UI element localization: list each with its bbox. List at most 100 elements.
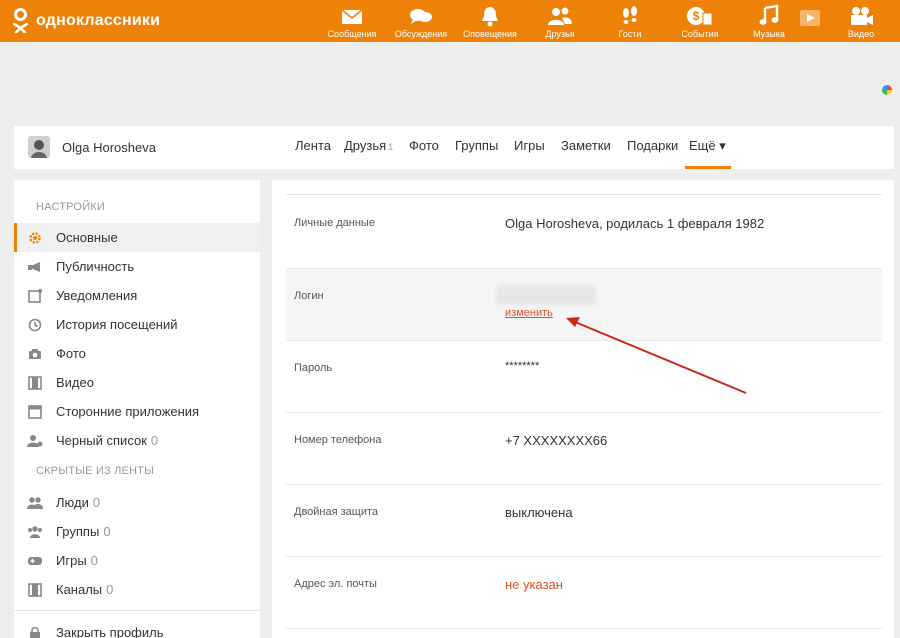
two-factor-value: выключена <box>505 505 573 520</box>
sidebar-divider <box>14 610 260 611</box>
settings-row-phone[interactable]: Номер телефона +7 XXXXXXXX66 <box>286 412 882 484</box>
sidebar-item-general[interactable]: Основные <box>14 223 260 252</box>
settings-row-email[interactable]: Адрес эл. почты не указан <box>286 556 882 628</box>
hidden-channels-count: 0 <box>106 582 114 597</box>
notification-icon <box>27 288 43 304</box>
settings-row-login[interactable]: Логин изменить <box>286 268 882 340</box>
nav-guests-label: Гости <box>618 29 642 39</box>
site-logo-text: одноклассники <box>36 12 161 29</box>
nav-notifications[interactable]: Оповещения <box>455 4 525 39</box>
people-icon <box>27 495 43 511</box>
sidebar-item-video[interactable]: Видео <box>14 368 260 397</box>
tab-photos[interactable]: Фото <box>409 138 439 153</box>
sidebar-item-hidden-games[interactable]: Игры 0 <box>14 546 260 575</box>
camera-icon <box>27 346 43 362</box>
email-value: не указан <box>505 577 563 592</box>
tab-more[interactable]: Ещё ▾ <box>689 138 726 154</box>
lock-icon <box>27 625 43 638</box>
nav-discussions[interactable]: Обсуждения <box>386 4 456 39</box>
tab-gifts[interactable]: Подарки <box>627 138 678 153</box>
settings-sidebar: Настройки Основные Публичность Уведомлен… <box>14 180 260 638</box>
settings-row-two-factor[interactable]: Двойная защита выключена <box>286 484 882 556</box>
sidebar-item-label: Игры <box>56 553 87 568</box>
svg-text:$: $ <box>693 9 700 23</box>
sidebar-item-label: Группы <box>56 524 100 539</box>
sidebar-item-notifications[interactable]: Уведомления <box>14 281 260 310</box>
gear-icon <box>27 230 43 246</box>
video-camera-icon <box>851 7 873 25</box>
sidebar-item-hidden-groups[interactable]: Группы 0 <box>14 517 260 546</box>
sidebar-item-hidden-people[interactable]: Люди 0 <box>14 488 260 517</box>
sidebar-item-label: История посещений <box>56 317 178 332</box>
apps-icon <box>27 404 43 420</box>
hidden-groups-count: 0 <box>103 524 111 539</box>
tab-notes[interactable]: Заметки <box>561 138 611 153</box>
hidden-games-count: 0 <box>90 553 98 568</box>
nav-video[interactable]: Видео <box>826 4 896 39</box>
color-wheel-icon[interactable] <box>882 85 892 95</box>
nav-guests[interactable]: Гости <box>595 4 665 39</box>
blacklist-count: 0 <box>150 433 159 448</box>
settings-row-password[interactable]: Пароль ******** <box>286 340 882 412</box>
profile-name[interactable]: Olga Horosheva <box>62 140 156 155</box>
friends-icon <box>548 7 572 25</box>
nav-friends-label: Друзья <box>545 29 575 39</box>
login-value-blurred <box>496 285 596 305</box>
two-factor-label: Двойная защита <box>294 506 379 518</box>
tab-games[interactable]: Игры <box>514 138 545 153</box>
change-login-link[interactable]: изменить <box>505 307 553 319</box>
friends-count: 1 <box>388 142 394 152</box>
sidebar-item-third-party-apps[interactable]: Сторонние приложения <box>14 397 260 426</box>
nav-discussions-label: Обсуждения <box>394 29 448 39</box>
nav-video-label: Видео <box>847 29 875 39</box>
sidebar-item-label: Видео <box>56 375 94 390</box>
close-profile-link[interactable]: Закрыть профиль <box>14 618 260 638</box>
site-logo[interactable]: одноклассники <box>12 8 160 34</box>
nav-notifications-label: Оповещения <box>463 29 517 39</box>
channels-icon <box>27 582 43 598</box>
sidebar-item-label: Люди <box>56 495 89 510</box>
nav-messages-label: Сообщения <box>327 29 377 39</box>
password-value: ******** <box>505 360 540 372</box>
sidebar-item-label: Закрыть профиль <box>56 625 164 638</box>
tab-groups[interactable]: Группы <box>455 138 498 153</box>
settings-row-personal[interactable]: Личные данные Olga Horosheva, родилась 1… <box>286 194 882 268</box>
hidden-people-count: 0 <box>92 495 101 510</box>
sidebar-item-label: Фото <box>56 346 86 361</box>
hidden-section-header: Скрытые из ленты <box>36 465 155 477</box>
blocked-user-icon <box>27 433 43 449</box>
settings-panel: Личные данные Olga Horosheva, родилась 1… <box>272 180 894 638</box>
tab-feed[interactable]: Лента <box>295 138 331 153</box>
email-label: Адрес эл. почты <box>294 578 377 590</box>
nav-events[interactable]: $ События <box>665 4 735 39</box>
nav-messages[interactable]: Сообщения <box>317 4 387 39</box>
sidebar-item-label: Каналы <box>56 582 103 597</box>
groups-icon <box>27 524 43 540</box>
sidebar-item-history[interactable]: История посещений <box>14 310 260 339</box>
login-label: Логин <box>294 290 324 302</box>
sidebar-item-label: Публичность <box>56 259 135 274</box>
events-icon: $ <box>687 7 713 26</box>
tab-friends[interactable]: Друзья 1 <box>344 138 393 153</box>
avatar[interactable] <box>28 136 50 158</box>
gamepad-icon <box>27 553 43 569</box>
nav-events-label: События <box>681 29 719 39</box>
ok-logo-icon <box>12 8 30 34</box>
personal-data-label: Личные данные <box>294 217 375 229</box>
settings-row-divider <box>286 628 882 638</box>
sidebar-item-label: Основные <box>56 230 118 245</box>
film-icon <box>27 375 43 391</box>
sidebar-item-photo[interactable]: Фото <box>14 339 260 368</box>
sidebar-item-publicity[interactable]: Публичность <box>14 252 260 281</box>
nav-friends[interactable]: Друзья <box>525 4 595 39</box>
sidebar-item-blacklist[interactable]: Черный список 0 <box>14 426 260 455</box>
envelope-icon <box>341 9 363 24</box>
chat-icon <box>410 9 432 24</box>
footprints-icon <box>623 6 637 24</box>
profile-header: Olga Horosheva Лента Друзья 1 Фото Группы… <box>14 126 894 169</box>
sidebar-item-label: Сторонние приложения <box>56 404 200 419</box>
active-tab-underline <box>685 166 731 169</box>
sidebar-item-label: Уведомления <box>56 288 138 303</box>
video-play-icon <box>800 10 820 26</box>
sidebar-item-hidden-channels[interactable]: Каналы 0 <box>14 575 260 604</box>
